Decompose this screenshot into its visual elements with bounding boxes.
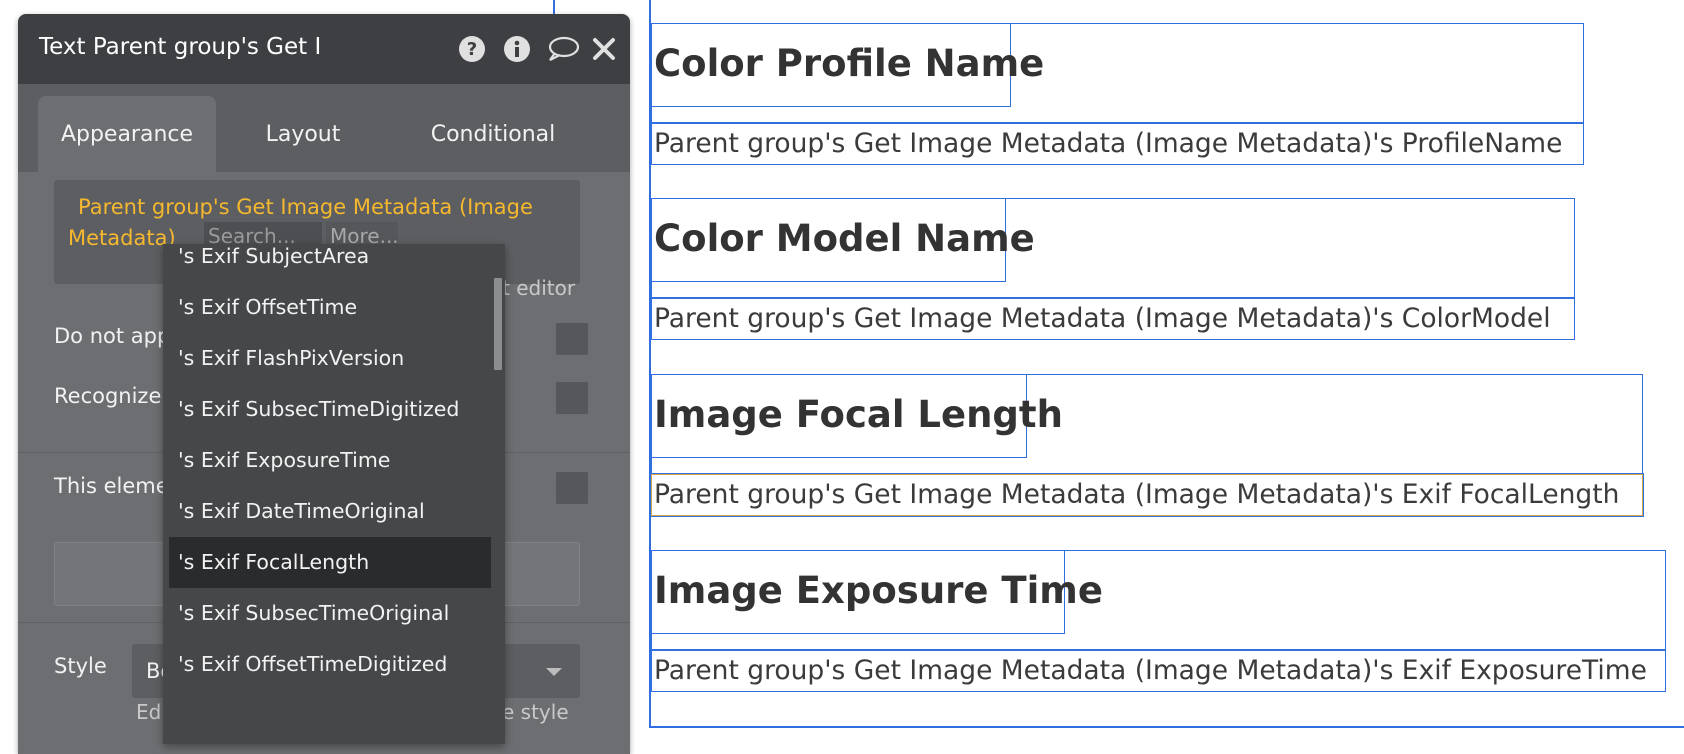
text-profile-name[interactable]: Parent group's Get Image Metadata (Image…	[651, 123, 1584, 165]
do-not-apply-checkbox[interactable]	[556, 323, 588, 355]
dropdown-scrollbar[interactable]	[494, 278, 502, 370]
dropdown-item[interactable]: 's Exif OffsetTimeDigitized	[169, 639, 491, 690]
recognize-links-checkbox[interactable]	[556, 382, 588, 414]
comment-icon[interactable]	[546, 35, 580, 63]
tab-appearance[interactable]: Appearance	[38, 96, 216, 172]
dropdown-item-highlighted[interactable]: 's Exif FocalLength	[169, 537, 491, 588]
do-not-apply-label: Do not appl	[54, 324, 177, 348]
page-guide	[553, 0, 555, 14]
dropdown-item[interactable]: 's Exif DateTimeOriginal	[169, 486, 491, 537]
style-hint[interactable]: e style	[502, 700, 569, 724]
text-color-model[interactable]: Parent group's Get Image Metadata (Image…	[651, 298, 1575, 340]
tab-conditional[interactable]: Conditional	[393, 96, 593, 172]
help-icon[interactable]: ?	[458, 35, 486, 63]
chevron-down-icon	[546, 668, 562, 676]
heading-image-focal-length[interactable]: Image Focal Length	[651, 374, 1063, 458]
dropdown-item[interactable]: 's Exif FlashPixVersion	[169, 333, 491, 384]
dropdown-item[interactable]: 's Exif ExposureTime	[169, 435, 491, 486]
dropdown-item[interactable]: 's Exif SubsecTimeOriginal	[169, 588, 491, 639]
panel-header[interactable]: Text Parent group's Get I ?	[18, 14, 630, 84]
info-icon[interactable]	[503, 35, 531, 63]
dropdown-item[interactable]: 's Exif OffsetTime	[169, 282, 491, 333]
style-label: Style	[54, 654, 107, 678]
edit-style-link[interactable]: Ed	[136, 700, 161, 724]
close-icon[interactable]	[590, 35, 618, 63]
text-exposure-time[interactable]: Parent group's Get Image Metadata (Image…	[651, 650, 1666, 692]
text-focal-length[interactable]: Parent group's Get Image Metadata (Image…	[651, 474, 1643, 516]
tab-layout[interactable]: Layout	[233, 96, 373, 172]
svg-text:?: ?	[467, 39, 477, 60]
expression-line-2: Metadata)	[68, 226, 176, 250]
expression-suggestion-dropdown[interactable]: 's Exif SubjectArea 's Exif OffsetTime '…	[163, 244, 505, 744]
dropdown-item[interactable]: 's Exif SubjectArea	[169, 244, 491, 282]
recognize-links-label: Recognize li	[54, 384, 180, 408]
heading-image-exposure-time[interactable]: Image Exposure Time	[651, 550, 1103, 634]
dropdown-item[interactable]: 's Exif SubsecTimeDigitized	[169, 384, 491, 435]
group-boundary-bottom	[649, 726, 1684, 728]
heading-color-model-name[interactable]: Color Model Name	[651, 198, 1035, 282]
this-element-checkbox[interactable]	[556, 472, 588, 504]
expression-line-1: Parent group's Get Image Metadata (Image	[78, 195, 533, 219]
editor-link[interactable]: t editor	[502, 276, 575, 300]
panel-title: Text Parent group's Get I	[39, 34, 322, 60]
heading-color-profile-name[interactable]: Color Profile Name	[651, 23, 1044, 107]
